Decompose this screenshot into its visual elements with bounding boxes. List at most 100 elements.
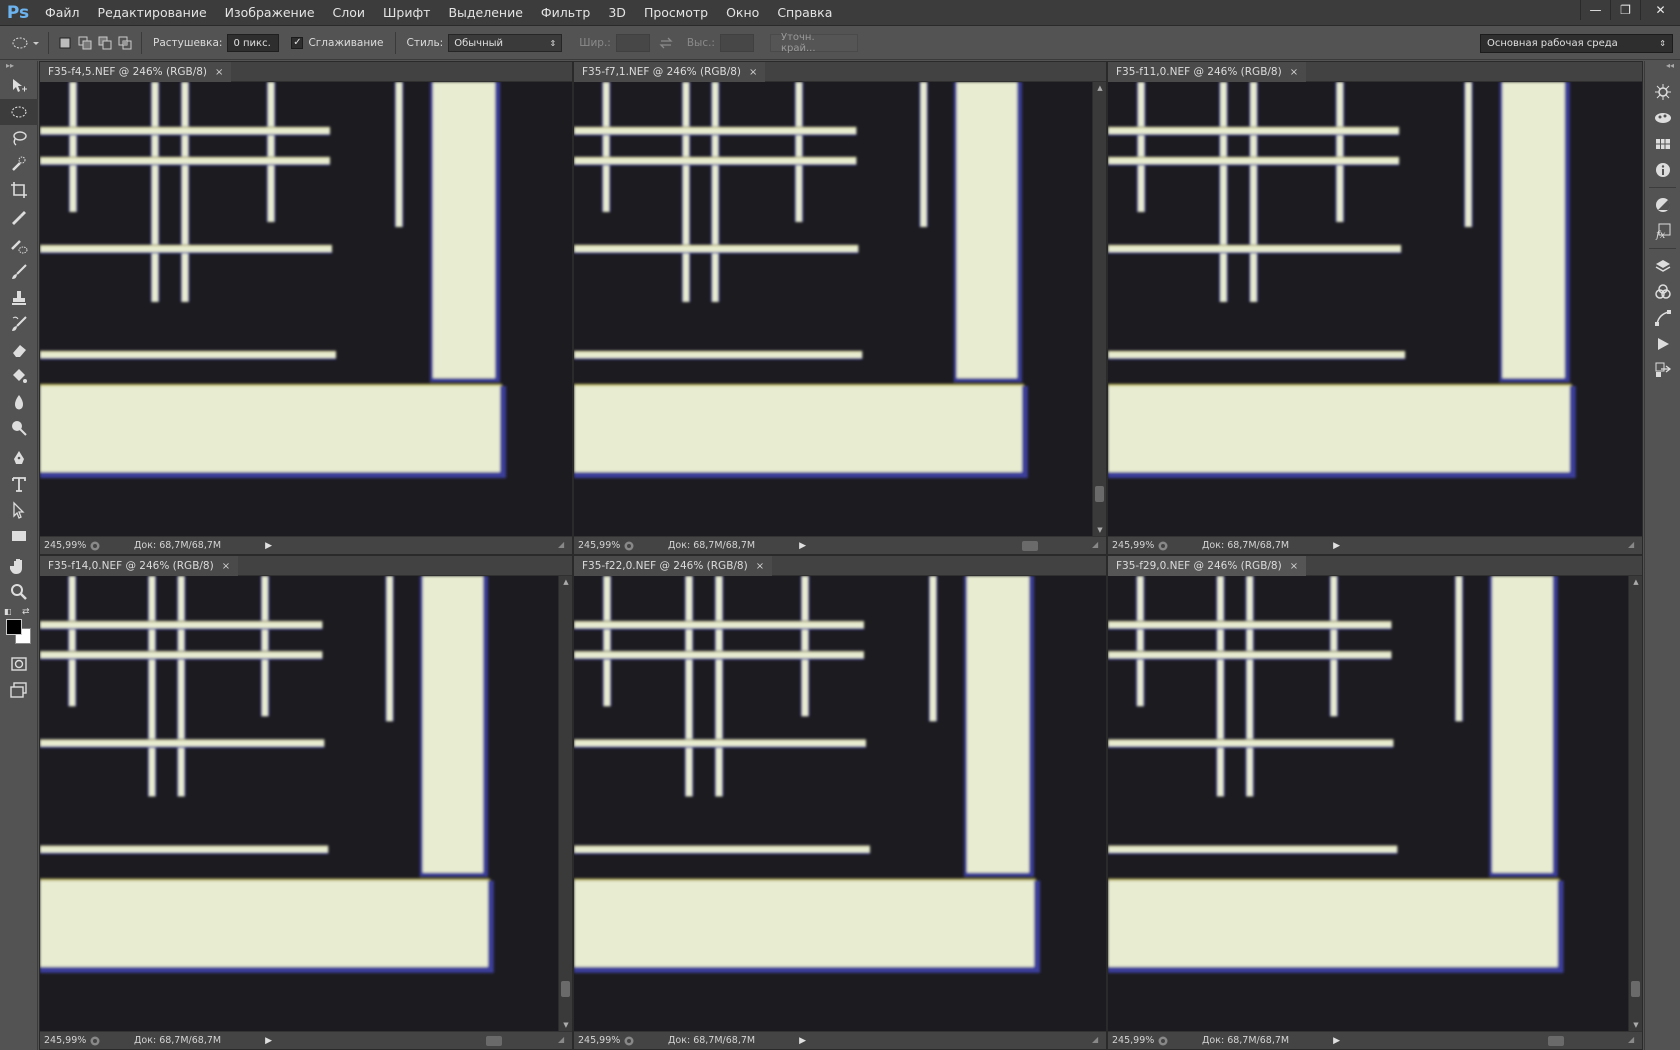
vertical-scrollbar[interactable]: ▲ ▼	[558, 576, 572, 1031]
add-to-selection-icon[interactable]	[75, 33, 95, 53]
document-window[interactable]: F35-f4,5.NEF @ 246% (RGB/8) × 245,99% До…	[39, 61, 573, 555]
resize-grip-icon[interactable]: ◢	[1092, 540, 1104, 552]
subtract-from-selection-icon[interactable]	[95, 33, 115, 53]
history-brush-tool-icon[interactable]	[0, 311, 38, 337]
intersect-selection-icon[interactable]	[115, 33, 135, 53]
status-menu-arrow-icon[interactable]: ▶	[1333, 541, 1340, 551]
close-button[interactable]: ✕	[1640, 0, 1680, 20]
scrollbar-thumb[interactable]	[1631, 981, 1640, 997]
document-tab[interactable]: F35-f14,0.NEF @ 246% (RGB/8) ×	[40, 556, 239, 576]
antialias-checkbox[interactable]: ✓	[291, 37, 304, 49]
quick-selection-tool-icon[interactable]	[0, 151, 38, 177]
brush-tool-icon[interactable]	[0, 259, 38, 285]
lasso-tool-icon[interactable]	[0, 125, 38, 151]
status-menu-arrow-icon[interactable]: ▶	[265, 1036, 272, 1046]
adjustments-panel-icon[interactable]	[1645, 192, 1680, 218]
style-select[interactable]: Обычный ⇕	[448, 34, 563, 52]
scroll-up-icon[interactable]: ▲	[1629, 576, 1642, 588]
status-info-icon[interactable]	[622, 1035, 636, 1047]
document-canvas[interactable]	[40, 576, 558, 1031]
eraser-tool-icon[interactable]	[0, 337, 38, 363]
resize-grip-icon[interactable]: ◢	[1628, 1035, 1640, 1047]
menu-filter[interactable]: Фильтр	[532, 0, 599, 26]
feather-input[interactable]: 0 пикс.	[227, 34, 280, 52]
status-menu-arrow-icon[interactable]: ▶	[265, 541, 272, 551]
menu-help[interactable]: Справка	[768, 0, 841, 26]
horizontal-scrollbar[interactable]	[1348, 540, 1612, 552]
channels-panel-icon[interactable]	[1645, 279, 1680, 305]
status-menu-arrow-icon[interactable]: ▶	[799, 1036, 806, 1046]
elliptical-marquee-preset-icon[interactable]	[8, 33, 42, 53]
swap-colors-icon[interactable]: ⇄	[22, 607, 30, 617]
status-info-icon[interactable]	[88, 540, 102, 552]
scrollbar-thumb[interactable]	[1095, 486, 1104, 502]
document-canvas[interactable]	[1108, 576, 1628, 1031]
document-canvas[interactable]	[574, 82, 1092, 536]
menu-window[interactable]: Окно	[717, 0, 768, 26]
scroll-down-icon[interactable]: ▼	[1093, 524, 1106, 536]
paths-panel-icon[interactable]	[1645, 305, 1680, 331]
vertical-scrollbar[interactable]: ▲ ▼	[1628, 576, 1642, 1031]
close-icon[interactable]: ×	[215, 67, 223, 78]
document-tab[interactable]: F35-f4,5.NEF @ 246% (RGB/8) ×	[40, 62, 232, 82]
close-icon[interactable]: ×	[1290, 561, 1298, 572]
status-info-icon[interactable]	[1156, 540, 1170, 552]
menu-3d[interactable]: 3D	[599, 0, 635, 26]
scrollbar-thumb[interactable]	[486, 1035, 503, 1046]
foreground-color-swatch[interactable]	[6, 619, 22, 635]
zoom-level[interactable]: 245,99%	[574, 1035, 622, 1046]
status-info-icon[interactable]	[88, 1035, 102, 1047]
zoom-level[interactable]: 245,99%	[40, 1035, 88, 1046]
height-input[interactable]	[719, 34, 754, 52]
width-input[interactable]	[615, 34, 650, 52]
horizontal-scrollbar[interactable]	[280, 1035, 542, 1047]
eyedropper-tool-icon[interactable]	[0, 203, 38, 229]
menu-select[interactable]: Выделение	[439, 0, 531, 26]
vertical-scrollbar[interactable]: ▲ ▼	[1092, 82, 1106, 536]
resize-grip-icon[interactable]: ◢	[1092, 1035, 1104, 1047]
screen-mode-icon[interactable]	[0, 677, 38, 703]
menu-layers[interactable]: Слои	[324, 0, 375, 26]
zoom-level[interactable]: 245,99%	[574, 540, 622, 551]
menu-view[interactable]: Просмотр	[635, 0, 717, 26]
spot-healing-brush-icon[interactable]	[0, 233, 38, 259]
history-panel-icon[interactable]	[1645, 357, 1680, 383]
new-selection-icon[interactable]	[55, 33, 75, 53]
elliptical-marquee-tool-icon[interactable]	[0, 99, 38, 125]
document-canvas[interactable]	[1108, 82, 1642, 536]
zoom-level[interactable]: 245,99%	[1108, 1035, 1156, 1046]
zoom-level[interactable]: 245,99%	[1108, 540, 1156, 551]
layers-panel-icon[interactable]	[1645, 253, 1680, 279]
close-icon[interactable]: ×	[756, 561, 764, 572]
navigator-icon[interactable]	[1645, 79, 1680, 105]
panel-collapse-icon[interactable]: ▸▸	[0, 61, 37, 73]
scrollbar-thumb[interactable]	[1548, 1035, 1565, 1046]
document-canvas[interactable]	[40, 82, 572, 536]
clone-stamp-tool-icon[interactable]	[0, 285, 38, 311]
hand-tool-icon[interactable]	[0, 553, 38, 579]
zoom-tool-icon[interactable]	[0, 579, 38, 605]
menu-type[interactable]: Шрифт	[374, 0, 439, 26]
resize-grip-icon[interactable]: ◢	[558, 1035, 570, 1047]
default-colors-icon[interactable]: ◧	[4, 607, 12, 616]
color-panel-icon[interactable]	[1645, 105, 1680, 131]
menu-file[interactable]: Файл	[36, 0, 89, 26]
document-window[interactable]: F35-f7,1.NEF @ 246% (RGB/8) × ▲ ▼ 245,99…	[573, 61, 1107, 555]
paint-bucket-tool-icon[interactable]	[0, 363, 38, 389]
pen-tool-icon[interactable]	[0, 445, 38, 471]
menu-edit[interactable]: Редактирование	[89, 0, 216, 26]
close-icon[interactable]: ×	[1290, 67, 1298, 78]
scroll-up-icon[interactable]: ▲	[559, 576, 572, 588]
type-tool-icon[interactable]	[0, 471, 38, 497]
document-window[interactable]: F35-f11,0.NEF @ 246% (RGB/8) × 245,99% Д…	[1107, 61, 1643, 555]
document-tab[interactable]: F35-f7,1.NEF @ 246% (RGB/8) ×	[574, 62, 766, 82]
scrollbar-thumb[interactable]	[1022, 540, 1039, 551]
document-tab[interactable]: F35-f29,0.NEF @ 246% (RGB/8) ×	[1108, 556, 1307, 576]
swatches-panel-icon[interactable]	[1645, 131, 1680, 157]
close-icon[interactable]: ×	[222, 561, 230, 572]
document-canvas[interactable]	[574, 576, 1106, 1031]
horizontal-scrollbar[interactable]	[280, 540, 542, 552]
scrollbar-thumb[interactable]	[561, 981, 570, 997]
refine-edge-button[interactable]: Уточн. край...	[769, 32, 858, 54]
horizontal-scrollbar[interactable]	[1348, 1035, 1612, 1047]
